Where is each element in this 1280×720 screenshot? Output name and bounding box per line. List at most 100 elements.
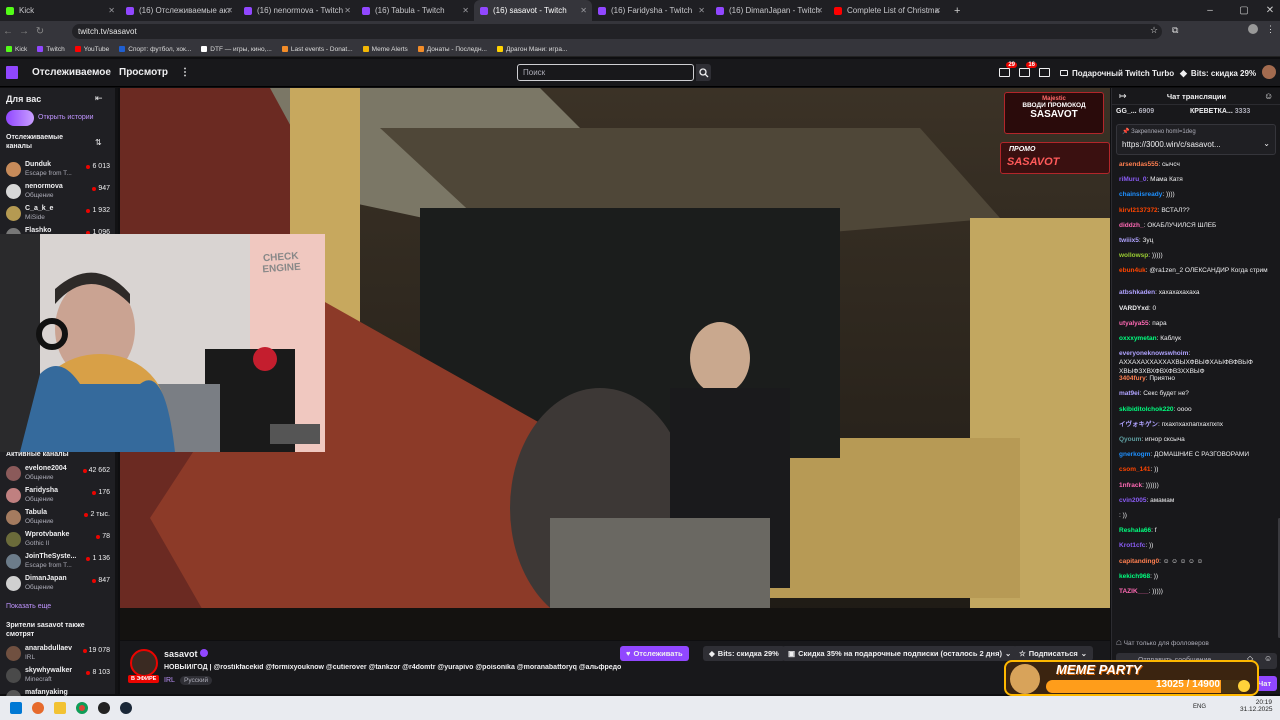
category-link[interactable]: IRL: [164, 677, 175, 684]
chat-message[interactable]: arsendas555: сычсч: [1119, 160, 1277, 169]
chat-message[interactable]: kekich968: )): [1119, 572, 1277, 581]
channel-avatar[interactable]: [130, 649, 158, 677]
close-tab-icon[interactable]: ✕: [816, 6, 823, 15]
show-more-link[interactable]: Показать еще: [6, 603, 51, 610]
extensions-icon[interactable]: ⧉: [1172, 25, 1178, 36]
profile-avatar[interactable]: [1248, 24, 1258, 34]
chrome-icon[interactable]: [76, 702, 88, 714]
follow-button[interactable]: ♥ Отслеживать: [620, 646, 689, 661]
top-gifter-2[interactable]: КРЕВЕТКА... 3333: [1190, 108, 1250, 115]
chat-username[interactable]: atbshkaden: [1119, 289, 1155, 296]
windows-start-icon[interactable]: [10, 702, 22, 714]
sidebar-channel[interactable]: DimanJapan Общение 847: [6, 574, 116, 594]
chat-username[interactable]: 3404fury: [1119, 375, 1146, 382]
chat-username[interactable]: kirvl2137372: [1119, 207, 1158, 214]
bookmark-item[interactable]: YouTube: [74, 46, 109, 53]
sidebar-channel[interactable]: nenormova Общение 947: [6, 182, 116, 202]
language-tag[interactable]: Русский: [180, 676, 213, 685]
pinned-link[interactable]: https://3000.win/c/sasavot...: [1122, 140, 1221, 149]
sidebar-channel[interactable]: anarabdullaev IRL 19 078: [6, 644, 116, 664]
maximize-button[interactable]: ▢: [1230, 0, 1258, 21]
chat-message[interactable]: : )): [1119, 511, 1277, 520]
chat-message[interactable]: kirvl2137372: ВСТАЛ??: [1119, 206, 1277, 215]
close-tab-icon[interactable]: ✕: [698, 6, 705, 15]
close-window-button[interactable]: ✕: [1256, 0, 1280, 21]
bookmark-item[interactable]: DTF — игры, кино,...: [201, 46, 272, 53]
prime-loot-icon[interactable]: 29: [999, 62, 1017, 77]
chat-username[interactable]: oxxxymetan: [1119, 335, 1157, 342]
chat-username[interactable]: riMuru_0: [1119, 176, 1146, 183]
close-tab-icon[interactable]: ✕: [226, 6, 233, 15]
browser-tab[interactable]: (16) nenormova - Twitch ✕: [238, 0, 356, 21]
chat-message[interactable]: skibiditolchok220: оооо: [1119, 405, 1277, 414]
bookmark-star-icon[interactable]: ☆: [1150, 25, 1158, 36]
top-gifter-1[interactable]: GG_... 6909: [1116, 108, 1154, 115]
bits-sale-button[interactable]: ◆ Bits: скидка 29%: [1180, 66, 1256, 80]
browser-tab[interactable]: (16) DimanJapan - Twitch ✕: [710, 0, 828, 21]
gift-turbo-button[interactable]: Подарочный Twitch Turbo: [1060, 66, 1174, 80]
bookmark-item[interactable]: Драгон Мани: игра...: [496, 46, 567, 53]
browser-tab[interactable]: Complete List of Christmas ✕: [828, 0, 946, 21]
nav-more-icon[interactable]: ⋮: [180, 67, 190, 78]
chat-message[interactable]: utyalya55: пара: [1119, 319, 1277, 328]
chat-message[interactable]: 1nfrack: )))))): [1119, 481, 1277, 490]
chat-username[interactable]: chainsisready: [1119, 191, 1162, 198]
chat-message[interactable]: riMuru_0: Мама Катя: [1119, 175, 1277, 184]
chat-username[interactable]: gnerkogm: [1119, 451, 1150, 458]
browser-tab[interactable]: (16) Tabula - Twitch ✕: [356, 0, 474, 21]
chat-message[interactable]: Krot1cfc: )): [1119, 541, 1277, 550]
chat-username[interactable]: twiiix5: [1119, 237, 1139, 244]
emote-icon[interactable]: ☺: [1264, 654, 1272, 663]
chat-message[interactable]: chainsisready: )))): [1119, 190, 1277, 199]
new-tab-button[interactable]: +: [946, 5, 960, 17]
chat-username[interactable]: diddzh_: [1119, 222, 1144, 229]
reload-icon[interactable]: ↻: [32, 26, 48, 37]
nav-browse[interactable]: Просмотр: [119, 67, 168, 78]
back-icon[interactable]: ←: [0, 26, 16, 37]
bookmark-item[interactable]: Twitch: [37, 46, 65, 53]
chat-username[interactable]: イヴォキゲン: [1119, 421, 1158, 428]
chat-username[interactable]: csom_141: [1119, 466, 1150, 473]
sidebar-channel[interactable]: C_a_k_e MiSide 1 932: [6, 204, 116, 224]
file-explorer-icon[interactable]: [54, 702, 66, 714]
bookmark-item[interactable]: Донаты - Последн...: [417, 46, 487, 53]
channel-name[interactable]: sasavot: [164, 649, 198, 659]
chat-message[interactable]: 3404fury: Приятно: [1119, 374, 1277, 383]
chat-message[interactable]: mat9ei: Секс будет не?: [1119, 389, 1277, 398]
notifications-icon[interactable]: 16: [1019, 62, 1037, 77]
sidebar-channel[interactable]: Dunduk Escape from T... 6 013: [6, 160, 116, 180]
sidebar-channel[interactable]: Faridysha Общение 176: [6, 486, 116, 506]
chat-username[interactable]: TAZIK___: [1119, 588, 1149, 595]
sort-icon[interactable]: ⇅: [95, 138, 102, 147]
sidebar-channel[interactable]: skywhywalker Minecraft 8 103: [6, 666, 116, 686]
chat-message[interactable]: atbshkaden: хахахахахаха: [1119, 288, 1277, 297]
close-tab-icon[interactable]: ✕: [462, 6, 469, 15]
pinned-message[interactable]: 📌 Закреплено homl=1deg https://3000.win/…: [1116, 124, 1276, 155]
close-tab-icon[interactable]: ✕: [934, 6, 941, 15]
chat-message[interactable]: gnerkogm: ДОМАШНИЕ С РАЗГОВОРАМИ: [1119, 450, 1277, 459]
keyboard-lang[interactable]: ENG: [1193, 704, 1206, 710]
bits-button[interactable]: ◆ Bits: скидка 29%: [703, 646, 785, 661]
chat-message[interactable]: Reshala66: f: [1119, 526, 1277, 535]
chat-username[interactable]: kekich968: [1119, 573, 1150, 580]
nav-following[interactable]: Отслеживаемое: [32, 67, 111, 78]
chat-username[interactable]: 1nfrack: [1119, 482, 1142, 489]
chat-message[interactable]: diddzh_: ОКАБЛУЧИЛСЯ ШЛЕБ: [1119, 221, 1277, 230]
browser-tab[interactable]: (16) Отслеживаемые активные✕: [120, 0, 238, 21]
yandex-browser-icon[interactable]: [32, 702, 44, 714]
sidebar-channel[interactable]: evelone2004 Общение 42 662: [6, 464, 116, 484]
browser-tab[interactable]: (16) sasavot - Twitch ✕: [474, 0, 592, 21]
close-tab-icon[interactable]: ✕: [344, 6, 351, 15]
open-stories-link[interactable]: Открыть истории: [38, 114, 94, 121]
bookmark-item[interactable]: Last events - Donat...: [281, 46, 353, 53]
chat-message[interactable]: cvin2005: амамам: [1119, 496, 1277, 505]
chat-message[interactable]: イヴォキゲン: пхахпхахпапхахпхпх: [1119, 420, 1277, 429]
chat-message[interactable]: TAZIK___: ))))): [1119, 587, 1277, 596]
close-tab-icon[interactable]: ✕: [108, 6, 115, 15]
chat-message[interactable]: wollowsp: ))))): [1119, 251, 1277, 260]
subscribe-button[interactable]: ☆ Подписаться ⌄: [1013, 646, 1094, 661]
chat-username[interactable]: everyoneknowswhoim: [1119, 350, 1188, 357]
clock[interactable]: 20:19 31.12.2025: [1240, 699, 1273, 713]
gift-sale-button[interactable]: ▣ Скидка 35% на подарочные подписки (оста…: [782, 646, 1018, 661]
chat-message[interactable]: twiiix5: Зуц: [1119, 236, 1277, 245]
